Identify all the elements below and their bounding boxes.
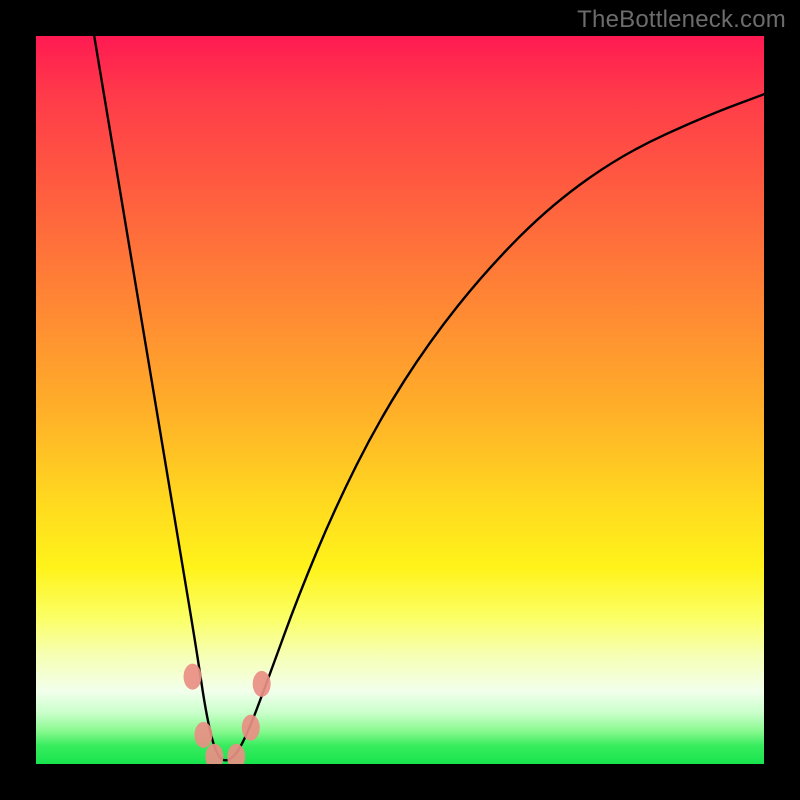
right-lower-marker xyxy=(242,715,260,741)
curve-markers xyxy=(184,664,271,764)
chart-svg xyxy=(36,36,764,764)
plot-area xyxy=(36,36,764,764)
bottleneck-curve xyxy=(94,36,764,760)
right-upper-marker xyxy=(253,671,271,697)
chart-frame: TheBottleneck.com xyxy=(0,0,800,800)
left-upper-marker xyxy=(184,664,202,690)
left-lower-marker xyxy=(194,722,212,748)
trough-right-marker xyxy=(227,744,245,764)
trough-left-marker xyxy=(205,744,223,764)
watermark-text: TheBottleneck.com xyxy=(577,6,786,34)
